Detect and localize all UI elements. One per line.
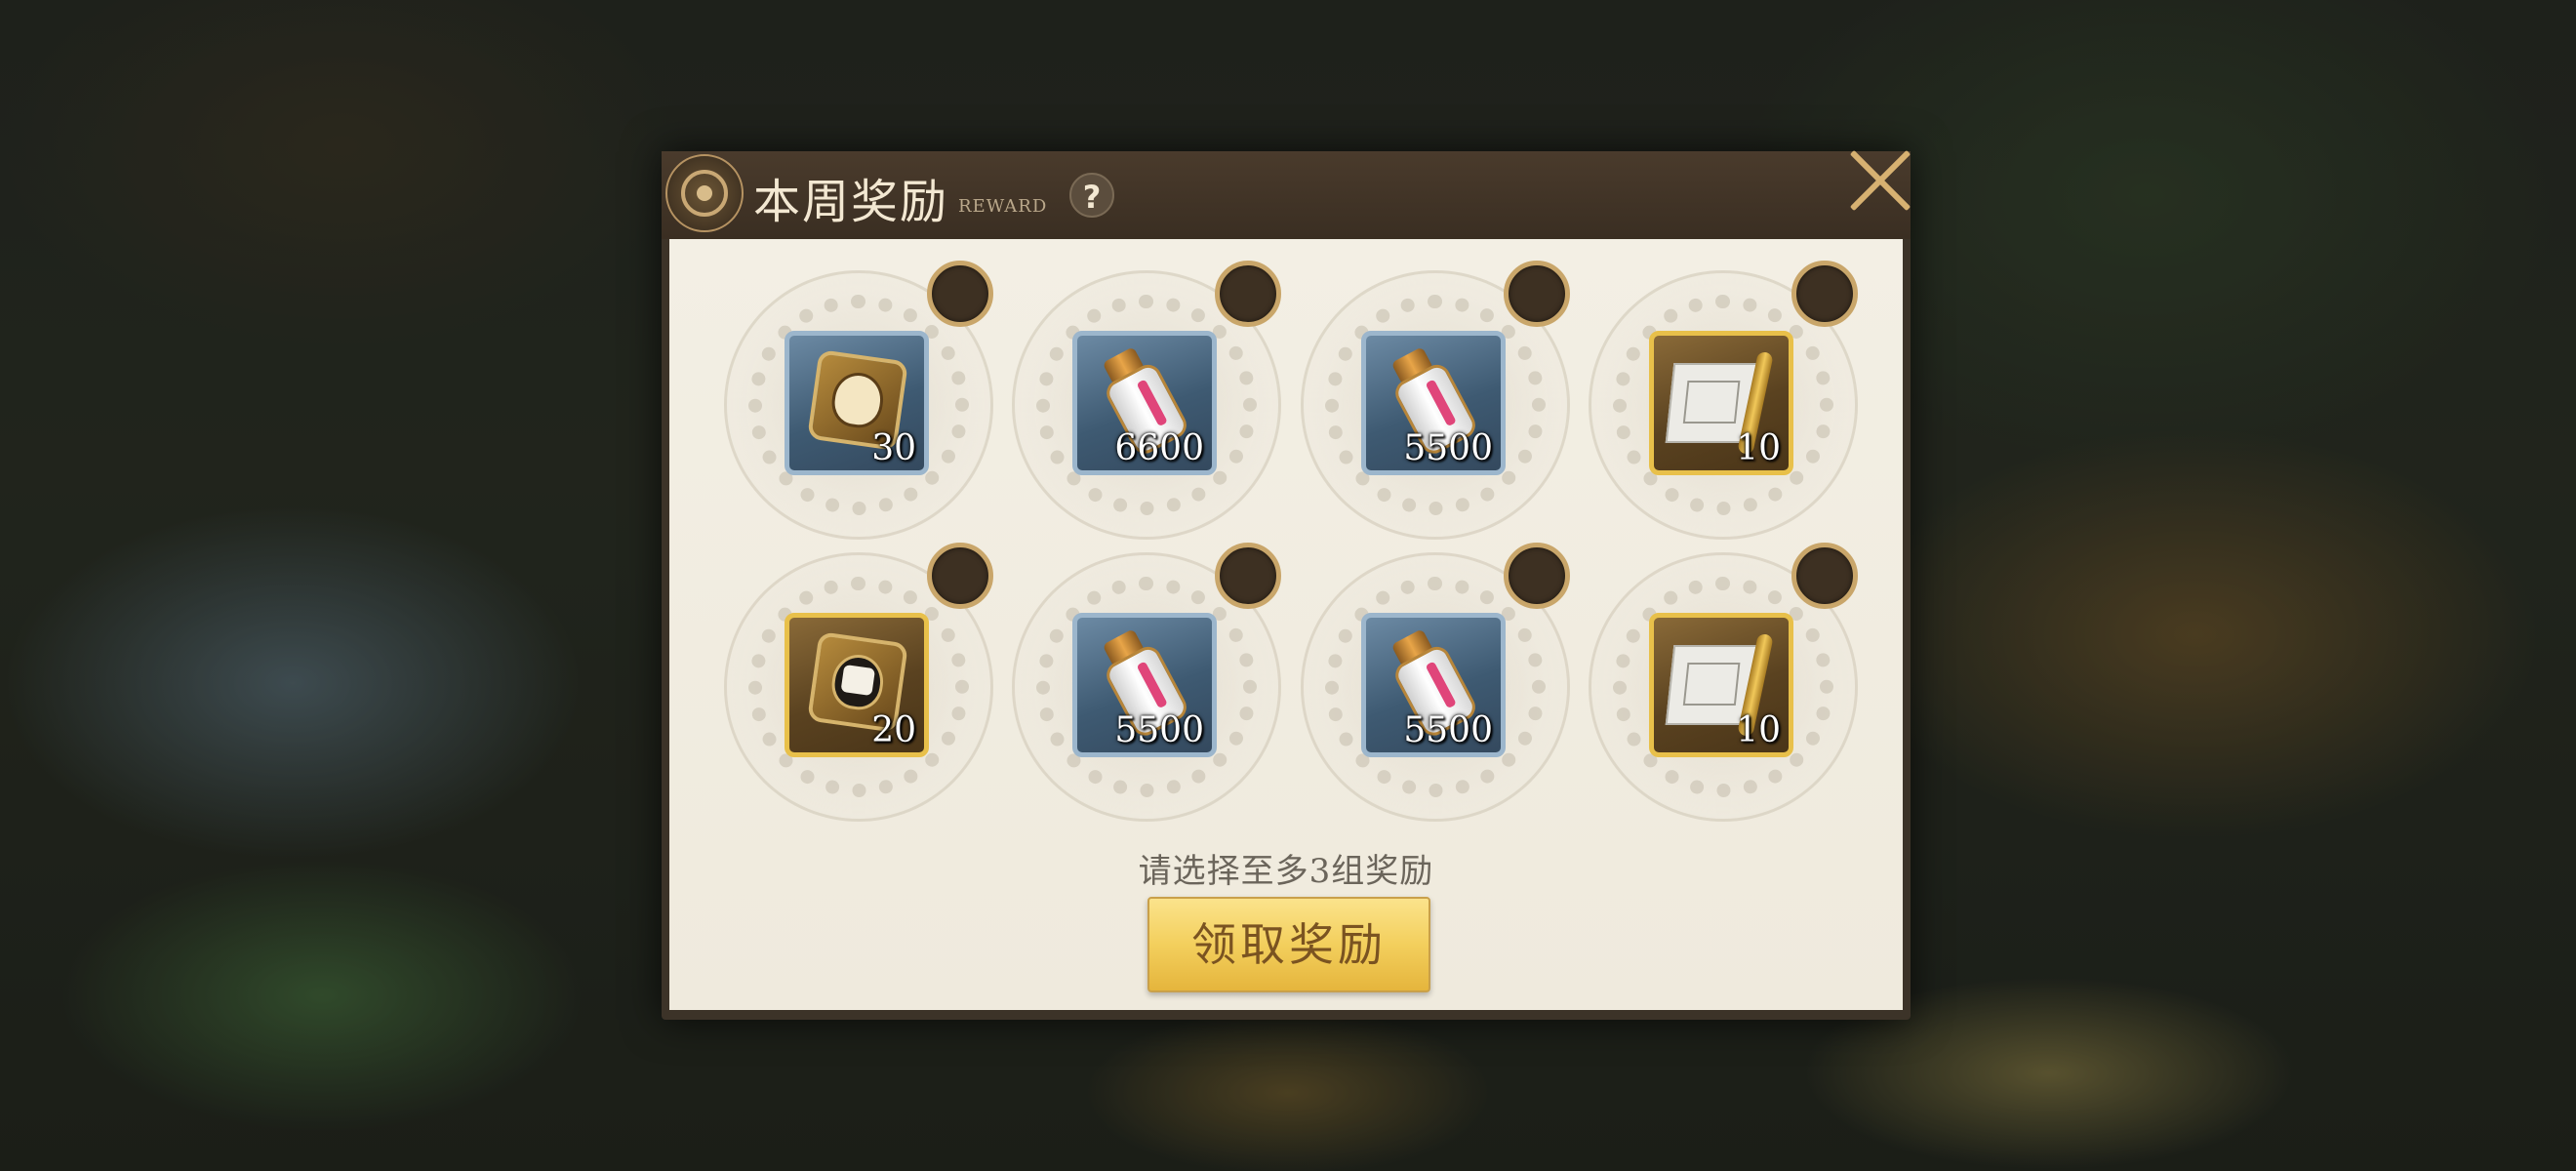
reward-item[interactable]: 20 <box>785 613 929 757</box>
selection-hint: 请选择至多3组奖励 <box>1138 852 1434 891</box>
reward-slot[interactable]: 5500 <box>1012 543 1281 822</box>
reward-slot[interactable]: 10 <box>1589 261 1858 540</box>
item-quantity: 10 <box>1736 710 1781 750</box>
dialog-header: 本周奖励 REWARD ? <box>662 151 1911 239</box>
reward-slot[interactable]: 6600 <box>1012 261 1281 540</box>
select-checkbox[interactable] <box>927 261 993 327</box>
select-checkbox[interactable] <box>1791 543 1858 609</box>
item-quantity: 10 <box>1736 428 1781 468</box>
select-checkbox[interactable] <box>927 543 993 609</box>
reward-item[interactable]: 5500 <box>1361 331 1506 475</box>
reward-slot[interactable]: 20 <box>724 543 993 822</box>
select-checkbox[interactable] <box>1504 261 1570 327</box>
item-quantity: 20 <box>871 710 916 750</box>
weekly-reward-dialog: 本周奖励 REWARD ? 30 6600 5500 10 20 5500 55… <box>662 151 1911 1020</box>
claim-rewards-button[interactable]: 领取奖励 <box>1147 897 1430 992</box>
dialog-subtitle: REWARD <box>958 196 1048 217</box>
item-quantity: 5500 <box>1114 710 1204 750</box>
gear-emblem-icon <box>665 154 744 232</box>
reward-item[interactable]: 30 <box>785 331 929 475</box>
dialog-title: 本周奖励 <box>753 175 949 229</box>
help-button[interactable]: ? <box>1069 173 1114 218</box>
reward-grid-panel: 30 6600 5500 10 20 5500 5500 10 <box>669 239 1903 1010</box>
item-quantity: 5500 <box>1403 710 1493 750</box>
item-quantity: 5500 <box>1403 428 1493 468</box>
reward-item[interactable]: 5500 <box>1361 613 1506 757</box>
select-checkbox[interactable] <box>1791 261 1858 327</box>
reward-item[interactable]: 6600 <box>1072 331 1217 475</box>
item-quantity: 30 <box>871 428 916 468</box>
reward-item[interactable]: 10 <box>1649 613 1793 757</box>
reward-item[interactable]: 5500 <box>1072 613 1217 757</box>
reward-item[interactable]: 10 <box>1649 331 1793 475</box>
reward-slot[interactable]: 5500 <box>1301 543 1570 822</box>
reward-slot[interactable]: 5500 <box>1301 261 1570 540</box>
select-checkbox[interactable] <box>1215 261 1281 327</box>
close-icon[interactable] <box>1846 146 1914 215</box>
reward-slot[interactable]: 10 <box>1589 543 1858 822</box>
select-checkbox[interactable] <box>1504 543 1570 609</box>
select-checkbox[interactable] <box>1215 543 1281 609</box>
item-quantity: 6600 <box>1114 428 1204 468</box>
reward-slot[interactable]: 30 <box>724 261 993 540</box>
